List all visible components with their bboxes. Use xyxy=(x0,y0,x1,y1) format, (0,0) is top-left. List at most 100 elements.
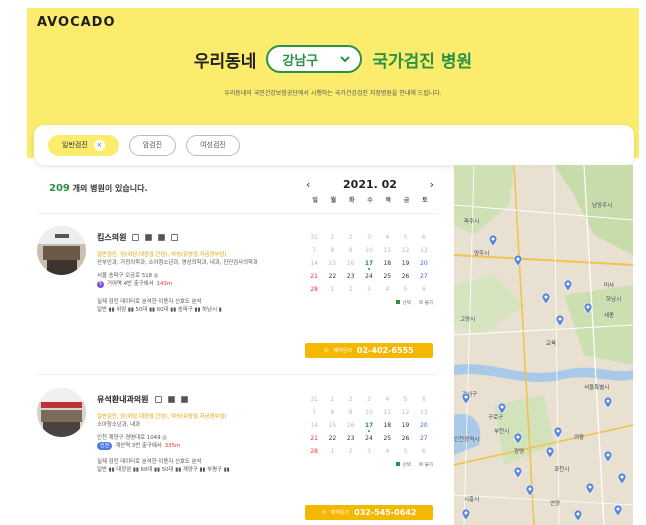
map-label: 파주시 xyxy=(464,219,480,225)
day: 4 xyxy=(385,396,390,403)
parking-icon xyxy=(154,396,162,403)
brand-logo[interactable]: AVOCADO xyxy=(37,15,116,30)
station-info: 인천 계산역 3번 출구에서 335m xyxy=(97,442,297,450)
day: 5 xyxy=(403,448,408,455)
map-pin-icon[interactable] xyxy=(564,280,572,291)
map-pin-icon[interactable] xyxy=(604,451,612,462)
map-pin-icon[interactable] xyxy=(514,255,522,266)
chip-label: 일반검진 xyxy=(62,141,88,149)
chip-label: 여성검진 xyxy=(200,141,226,149)
weekday: 월 xyxy=(330,197,337,204)
map-canvas[interactable] xyxy=(454,165,633,525)
day[interactable]: 23 xyxy=(342,273,360,280)
day: 7 xyxy=(312,409,317,416)
chevron-down-icon xyxy=(340,56,351,63)
reservation-button[interactable]: ✆ 예약문의 02-402-6555 xyxy=(305,343,433,358)
day[interactable]: 27 xyxy=(415,273,433,280)
filter-chip-cancer[interactable]: 암검진 xyxy=(128,134,177,156)
hospital-card[interactable]: 유석환내과의원 일반검진, 암(위암,대장암,간암), 여성(유방암,자궁경부암… xyxy=(37,378,437,525)
map-pin-icon[interactable] xyxy=(586,483,594,494)
day[interactable]: 28 xyxy=(305,448,323,455)
legend-open: 선택 xyxy=(402,463,411,468)
phone-number: 032-545-0642 xyxy=(354,508,417,517)
day[interactable]: 21 xyxy=(305,435,323,442)
district-value: 강남구 xyxy=(282,53,319,69)
phone-icon: ✆ xyxy=(324,347,329,354)
day[interactable]: 24 xyxy=(360,273,378,280)
day[interactable]: 22 xyxy=(323,435,341,442)
map-view[interactable]: 파주시남양주시양주시미사고양시교육세종강서구서울특별시구로구부천시인천광역시시흥… xyxy=(454,165,633,525)
map-pin-icon[interactable] xyxy=(542,293,550,304)
parking-icon xyxy=(132,234,140,241)
filter-chip-women[interactable]: 여성검진 xyxy=(186,134,240,156)
map-pin-icon[interactable] xyxy=(526,485,534,496)
day: 10 xyxy=(365,247,373,254)
count-label: 개의 병원이 있습니다. xyxy=(72,184,148,193)
map-label: 교육 xyxy=(546,341,557,347)
day[interactable]: 19 xyxy=(396,422,414,429)
map-pin-icon[interactable] xyxy=(462,393,470,404)
day: 13 xyxy=(420,409,428,416)
map-pin-icon[interactable] xyxy=(546,447,554,458)
map-pin-icon[interactable] xyxy=(604,397,612,408)
map-pin-icon[interactable] xyxy=(514,467,522,478)
day[interactable]: 26 xyxy=(396,435,414,442)
map-pin-icon[interactable] xyxy=(554,427,562,438)
divider xyxy=(37,213,437,214)
day[interactable]: 24 xyxy=(360,435,378,442)
reservation-button[interactable]: ✆ 예약문의 032-545-0642 xyxy=(305,505,433,520)
today[interactable]: 17 xyxy=(360,422,378,432)
checkup-types: 일반검진, 암(위암,대장암,간암), 여성(유방암,자궁경부암) xyxy=(97,252,227,258)
day: 13 xyxy=(420,247,428,254)
close-icon[interactable]: × xyxy=(93,139,105,151)
prev-month-button[interactable]: ‹ xyxy=(306,178,310,191)
day: 1 xyxy=(330,286,335,293)
day[interactable]: 28 xyxy=(305,286,323,293)
day[interactable]: 22 xyxy=(323,273,341,280)
address: 인천 계양구 경명대로 1049 ◎ xyxy=(97,435,167,441)
availability-calendar: 31 1 2 3 4 5 6 7 8 9 10 11 12 13 14 15 16 17 18 19 20 21 22… xyxy=(305,396,433,468)
day: 1 xyxy=(330,448,335,455)
day[interactable]: 25 xyxy=(378,273,396,280)
day[interactable]: 27 xyxy=(415,435,433,442)
map-label: 고양시 xyxy=(460,317,476,323)
map-pin-icon[interactable] xyxy=(574,510,582,521)
calendar-grid: 31 1 2 3 4 5 6 7 8 9 10 11 12 13 14 15 16 17 18 19 20 21 22… xyxy=(305,234,433,293)
map-pin-icon[interactable] xyxy=(489,235,497,246)
phone-icon: ✆ xyxy=(321,509,326,516)
day[interactable]: 20 xyxy=(415,422,433,429)
day: 5 xyxy=(403,396,408,403)
day: 6 xyxy=(421,286,426,293)
departments: 소아청소년과, 내과 xyxy=(97,422,141,428)
day: 31 xyxy=(310,234,318,241)
filter-chip-general[interactable]: 일반검진 × xyxy=(48,134,119,156)
filter-bar: 일반검진 × 암검진 여성검진 xyxy=(34,125,634,165)
hero-title-left: 우리동네 xyxy=(193,51,257,72)
today[interactable]: 17 xyxy=(360,260,378,270)
hospital-card[interactable]: 킴스의원 일반검진, 암(위암,대장암,간암), 여성(유방암,자궁경부암) 산… xyxy=(37,216,437,376)
map-pin-icon[interactable] xyxy=(584,303,592,314)
map-pin-icon[interactable] xyxy=(514,433,522,444)
day: 14 xyxy=(310,422,318,429)
map-pin-icon[interactable] xyxy=(462,509,470,520)
hospital-name[interactable]: 유석환내과의원 xyxy=(97,394,149,405)
hospital-name[interactable]: 킴스의원 xyxy=(97,232,126,243)
day: 8 xyxy=(330,409,335,416)
day[interactable]: 20 xyxy=(415,260,433,267)
day[interactable]: 18 xyxy=(378,260,396,267)
day: 2 xyxy=(348,448,353,455)
map-pin-icon[interactable] xyxy=(498,403,506,414)
day[interactable]: 21 xyxy=(305,273,323,280)
next-month-button[interactable]: › xyxy=(430,178,434,191)
day[interactable]: 18 xyxy=(378,422,396,429)
map-pin-icon[interactable] xyxy=(618,473,626,484)
map-pin-icon[interactable] xyxy=(614,505,622,516)
weekday: 토 xyxy=(422,197,428,204)
district-select[interactable]: 강남구 xyxy=(266,45,363,73)
day[interactable]: 23 xyxy=(342,435,360,442)
address: 서울 송파구 오금로 518 ◎ xyxy=(97,273,159,279)
map-pin-icon[interactable] xyxy=(556,315,564,326)
day[interactable]: 19 xyxy=(396,260,414,267)
day[interactable]: 25 xyxy=(378,435,396,442)
day[interactable]: 26 xyxy=(396,273,414,280)
